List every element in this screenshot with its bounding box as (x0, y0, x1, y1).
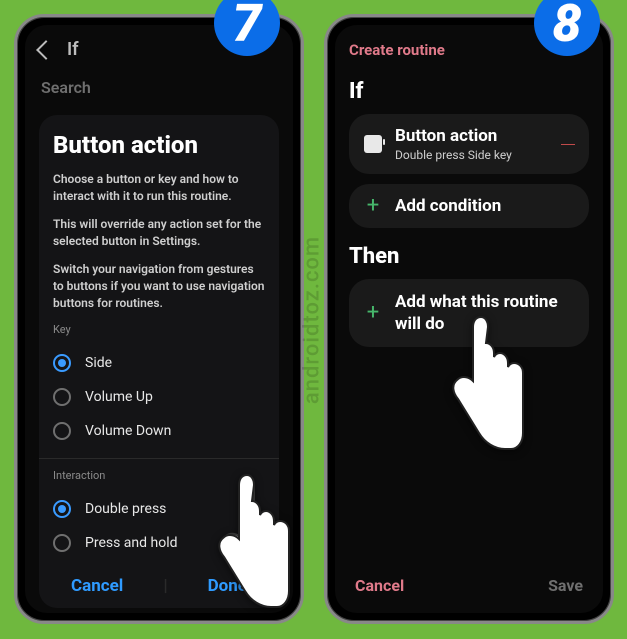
screen-right: Create routine If Button action Double p… (335, 25, 603, 613)
add-action-button[interactable]: + Add what this routine will do (349, 279, 589, 347)
header-if-label: If (67, 39, 79, 60)
phone-frame-right: Create routine If Button action Double p… (324, 14, 614, 624)
divider (39, 458, 279, 459)
side-key-icon (363, 134, 383, 154)
back-icon[interactable] (36, 40, 56, 60)
radio-icon (53, 534, 71, 552)
dialog-button-row: Cancel | Done (53, 560, 265, 596)
save-button[interactable]: Save (548, 576, 583, 595)
radio-volume-down[interactable]: Volume Down (53, 414, 265, 448)
search-input[interactable]: Search (39, 70, 279, 115)
done-button[interactable]: Done (208, 576, 247, 596)
radio-icon (53, 354, 71, 372)
phone-frame-left: If Search Button action Choose a button … (14, 14, 304, 624)
card-title: Button action (53, 131, 265, 159)
card-desc-2: This will override any action set for th… (53, 216, 265, 251)
button-separator: | (163, 576, 167, 596)
radio-icon (53, 422, 71, 440)
watermark-text: androidtoz.com (300, 236, 325, 404)
then-section-label: Then (349, 244, 589, 269)
card-desc-1: Choose a button or key and how to intera… (53, 171, 265, 206)
add-condition-label: Add condition (395, 196, 501, 216)
card-desc-3: Switch your navigation from gestures to … (53, 261, 265, 313)
plus-icon: + (363, 303, 383, 323)
screen-left: If Search Button action Choose a button … (25, 25, 293, 613)
radio-icon (53, 500, 71, 518)
radio-side[interactable]: Side (53, 346, 265, 380)
radio-volume-up[interactable]: Volume Up (53, 380, 265, 414)
key-group-label: Key (53, 323, 265, 336)
button-action-card: Button action Choose a button or key and… (39, 115, 279, 608)
bottom-button-row: Cancel Save (355, 576, 583, 595)
radio-press-hold[interactable]: Press and hold (53, 526, 265, 560)
radio-label: Side (85, 355, 112, 371)
radio-label: Volume Down (85, 423, 171, 439)
condition-subtitle: Double press Side key (395, 148, 512, 162)
condition-button-action[interactable]: Button action Double press Side key (349, 114, 589, 174)
radio-label: Press and hold (85, 535, 178, 551)
radio-label: Double press (85, 501, 166, 517)
radio-label: Volume Up (85, 389, 153, 405)
remove-icon[interactable] (561, 144, 575, 145)
radio-icon (53, 388, 71, 406)
add-action-label: Add what this routine will do (395, 291, 575, 335)
if-section-label: If (349, 79, 589, 104)
condition-title: Button action (395, 126, 512, 146)
cancel-button[interactable]: Cancel (355, 576, 404, 595)
cancel-button[interactable]: Cancel (71, 576, 123, 596)
plus-icon: + (363, 196, 383, 216)
interaction-group-label: Interaction (53, 469, 265, 482)
add-condition-button[interactable]: + Add condition (349, 184, 589, 228)
radio-double-press[interactable]: Double press (53, 492, 265, 526)
